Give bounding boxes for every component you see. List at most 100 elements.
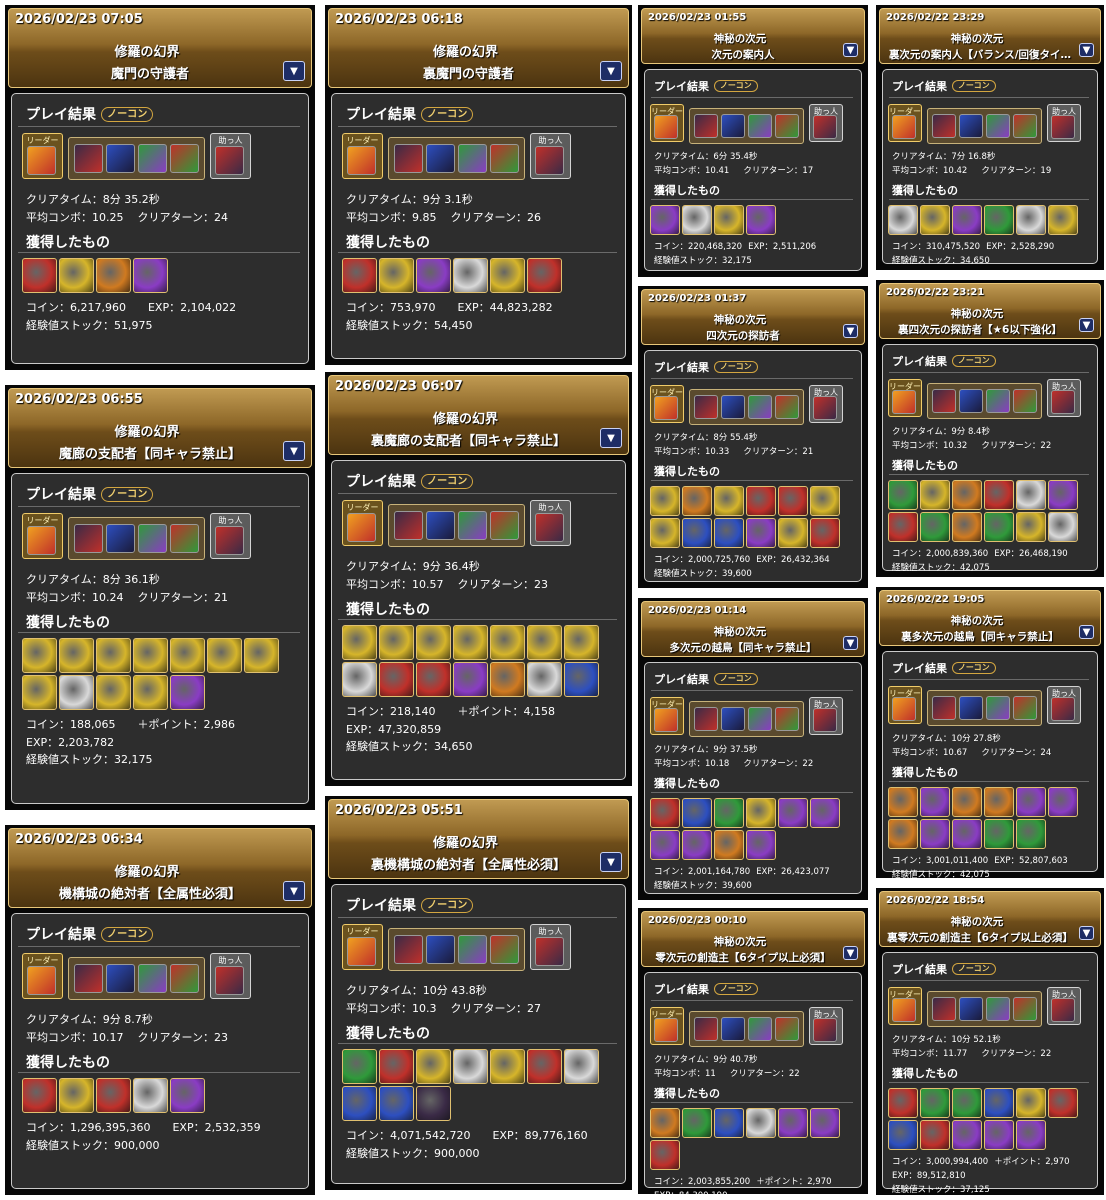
drop-item-icon[interactable]	[564, 625, 599, 660]
sub-monster-icon[interactable]	[959, 114, 983, 138]
sub-monster-icon[interactable]	[138, 524, 167, 553]
drop-item-icon[interactable]	[379, 1049, 414, 1084]
drop-item-icon[interactable]	[490, 662, 525, 697]
drop-item-icon[interactable]	[1016, 787, 1046, 817]
leader-slot[interactable]: リーダー	[650, 1007, 684, 1045]
drop-item-icon[interactable]	[746, 1108, 776, 1138]
sub-monster-icon[interactable]	[74, 964, 103, 993]
dungeon-header[interactable]: 2026/02/22 19:05 神秘の次元 裏多次元の越鳥【同キャラ禁止】 ▼	[879, 590, 1101, 646]
drop-item-icon[interactable]	[920, 480, 950, 510]
drop-item-icon[interactable]	[714, 798, 744, 828]
dungeon-header[interactable]: 2026/02/23 01:37 神秘の次元 四次元の探訪者 ▼	[641, 289, 865, 345]
drop-item-icon[interactable]	[1048, 205, 1078, 235]
sub-monster-icon[interactable]	[458, 144, 487, 173]
drop-item-icon[interactable]	[342, 1049, 377, 1084]
drop-item-icon[interactable]	[746, 205, 776, 235]
drop-item-icon[interactable]	[920, 1088, 950, 1118]
helper-slot[interactable]: 助っ人	[1047, 987, 1081, 1025]
helper-slot[interactable]: 助っ人	[210, 953, 251, 999]
drop-item-icon[interactable]	[564, 1049, 599, 1084]
drop-item-icon[interactable]	[682, 518, 712, 548]
sub-monster-icon[interactable]	[986, 696, 1010, 720]
sub-monster-icon[interactable]	[394, 144, 423, 173]
drop-item-icon[interactable]	[888, 787, 918, 817]
expand-toggle-icon[interactable]: ▼	[843, 946, 858, 960]
drop-item-icon[interactable]	[810, 1108, 840, 1138]
drop-item-icon[interactable]	[888, 1088, 918, 1118]
drop-item-icon[interactable]	[22, 258, 57, 293]
helper-monster-icon[interactable]	[1051, 697, 1075, 721]
drop-item-icon[interactable]	[96, 675, 131, 710]
drop-item-icon[interactable]	[527, 625, 562, 660]
helper-slot[interactable]: 助っ人	[530, 500, 571, 546]
leader-monster-icon[interactable]	[347, 513, 376, 542]
drop-item-icon[interactable]	[96, 638, 131, 673]
drop-item-icon[interactable]	[379, 258, 414, 293]
drop-item-icon[interactable]	[1048, 1088, 1078, 1118]
leader-slot[interactable]: リーダー	[342, 500, 383, 546]
expand-toggle-icon[interactable]: ▼	[843, 43, 858, 57]
expand-toggle-icon[interactable]: ▼	[600, 852, 622, 872]
drop-item-icon[interactable]	[527, 1049, 562, 1084]
drop-item-icon[interactable]	[714, 1108, 744, 1138]
drop-item-icon[interactable]	[810, 518, 840, 548]
leader-slot[interactable]: リーダー	[22, 953, 63, 999]
drop-item-icon[interactable]	[778, 486, 808, 516]
leader-slot[interactable]: リーダー	[342, 924, 383, 970]
drop-item-icon[interactable]	[22, 638, 57, 673]
drop-item-icon[interactable]	[379, 1086, 414, 1121]
drop-item-icon[interactable]	[984, 819, 1014, 849]
expand-toggle-icon[interactable]: ▼	[1079, 43, 1094, 57]
drop-item-icon[interactable]	[170, 638, 205, 673]
sub-monster-icon[interactable]	[721, 395, 745, 419]
sub-monster-icon[interactable]	[138, 964, 167, 993]
helper-monster-icon[interactable]	[1051, 998, 1075, 1022]
drop-item-icon[interactable]	[416, 625, 451, 660]
drop-item-icon[interactable]	[650, 1108, 680, 1138]
sub-monster-icon[interactable]	[106, 144, 135, 173]
drop-item-icon[interactable]	[1016, 819, 1046, 849]
drop-item-icon[interactable]	[714, 518, 744, 548]
sub-monster-icon[interactable]	[1013, 696, 1037, 720]
helper-monster-icon[interactable]	[1051, 390, 1075, 414]
drop-item-icon[interactable]	[746, 830, 776, 860]
drop-item-icon[interactable]	[952, 205, 982, 235]
drop-item-icon[interactable]	[564, 662, 599, 697]
sub-monster-icon[interactable]	[775, 114, 799, 138]
sub-monster-icon[interactable]	[775, 1017, 799, 1041]
drop-item-icon[interactable]	[244, 638, 279, 673]
leader-monster-icon[interactable]	[654, 115, 678, 139]
drop-item-icon[interactable]	[682, 798, 712, 828]
sub-monster-icon[interactable]	[394, 935, 423, 964]
expand-toggle-icon[interactable]: ▼	[1079, 318, 1094, 332]
leader-monster-icon[interactable]	[347, 146, 376, 175]
drop-item-icon[interactable]	[1048, 512, 1078, 542]
sub-monster-icon[interactable]	[170, 964, 199, 993]
drop-item-icon[interactable]	[746, 486, 776, 516]
sub-monster-icon[interactable]	[721, 1017, 745, 1041]
drop-item-icon[interactable]	[416, 258, 451, 293]
drop-item-icon[interactable]	[342, 662, 377, 697]
drop-item-icon[interactable]	[682, 830, 712, 860]
drop-item-icon[interactable]	[952, 1120, 982, 1150]
helper-slot[interactable]: 助っ人	[1047, 379, 1081, 417]
helper-monster-icon[interactable]	[535, 937, 564, 966]
sub-monster-icon[interactable]	[694, 114, 718, 138]
drop-item-icon[interactable]	[952, 480, 982, 510]
drop-item-icon[interactable]	[133, 1078, 168, 1113]
drop-item-icon[interactable]	[682, 205, 712, 235]
drop-item-icon[interactable]	[342, 258, 377, 293]
sub-monster-icon[interactable]	[959, 997, 983, 1021]
helper-monster-icon[interactable]	[535, 513, 564, 542]
drop-item-icon[interactable]	[952, 787, 982, 817]
drop-item-icon[interactable]	[810, 798, 840, 828]
helper-monster-icon[interactable]	[215, 966, 244, 995]
drop-item-icon[interactable]	[1048, 480, 1078, 510]
drop-item-icon[interactable]	[650, 830, 680, 860]
leader-slot[interactable]: リーダー	[888, 379, 922, 417]
helper-slot[interactable]: 助っ人	[809, 697, 843, 735]
sub-monster-icon[interactable]	[170, 524, 199, 553]
drop-item-icon[interactable]	[342, 1086, 377, 1121]
drop-item-icon[interactable]	[650, 1140, 680, 1170]
expand-toggle-icon[interactable]: ▼	[843, 324, 858, 338]
